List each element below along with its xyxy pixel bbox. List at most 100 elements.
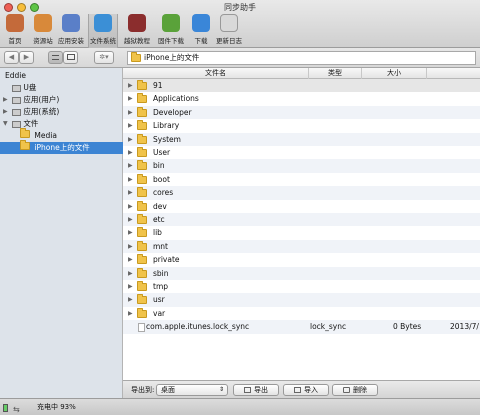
toolbar-changelog-button[interactable]: 更新日志 bbox=[214, 14, 244, 48]
sidebar-item-iphone-files[interactable]: iPhone上的文件 bbox=[0, 140, 123, 154]
path-field[interactable]: iPhone上的文件 bbox=[127, 51, 476, 65]
column-header-date[interactable] bbox=[426, 68, 480, 79]
import-button[interactable]: 导入 bbox=[283, 384, 329, 396]
toolbar-home-button[interactable]: 首页 bbox=[0, 14, 30, 48]
expand-triangle-icon[interactable]: ▶ bbox=[128, 92, 133, 105]
column-header-name[interactable]: 文件名 bbox=[123, 68, 308, 79]
folder-icon bbox=[137, 187, 147, 198]
forward-button[interactable]: ▶ bbox=[19, 51, 34, 64]
list-item[interactable]: com.apple.itunes.lock_sync lock_sync 0 B… bbox=[123, 320, 480, 334]
disclosure-triangle-icon[interactable]: ▶ bbox=[3, 106, 8, 118]
expand-triangle-icon[interactable]: ▶ bbox=[128, 293, 133, 306]
folder-icon bbox=[137, 147, 147, 157]
disclosure-triangle-icon[interactable]: ▶ bbox=[3, 94, 8, 106]
list-item[interactable]: ▶ usr bbox=[123, 293, 480, 307]
list-item[interactable]: ▶ 91 bbox=[123, 79, 480, 93]
expand-triangle-icon[interactable]: ▶ bbox=[128, 267, 133, 280]
sidebar-item-media[interactable]: Media bbox=[0, 128, 123, 142]
list-item[interactable]: ▶ dev bbox=[123, 200, 480, 213]
toolbar-jailbreak-tutorial-button[interactable]: 越狱教程 bbox=[122, 14, 152, 48]
expand-triangle-icon[interactable]: ▶ bbox=[128, 119, 133, 132]
export-icon bbox=[244, 387, 251, 393]
status-bar: ⇆ 充电中 93% bbox=[0, 398, 480, 415]
list-item[interactable]: ▶ var bbox=[123, 307, 480, 320]
list-item[interactable]: ▶ cores bbox=[123, 186, 480, 200]
expand-triangle-icon[interactable]: ▶ bbox=[128, 159, 133, 172]
column-view-icon bbox=[66, 54, 75, 60]
trash-icon bbox=[343, 387, 350, 393]
list-item[interactable]: ▶ Applications bbox=[123, 92, 480, 105]
apps-icon bbox=[62, 14, 80, 32]
column-view-button[interactable] bbox=[63, 51, 78, 64]
files-icon bbox=[12, 120, 21, 128]
expand-triangle-icon[interactable]: ▶ bbox=[128, 173, 133, 186]
folder-icon bbox=[20, 128, 30, 138]
sidebar-item-udisk[interactable]: U盘 bbox=[0, 82, 123, 94]
folder-icon bbox=[137, 133, 147, 144]
expand-triangle-icon[interactable]: ▶ bbox=[128, 79, 133, 92]
folder-icon bbox=[137, 254, 147, 265]
expand-triangle-icon[interactable]: ▶ bbox=[128, 280, 133, 293]
file-icon bbox=[138, 323, 145, 333]
disclosure-triangle-open-icon[interactable]: ▼ bbox=[3, 118, 8, 130]
toolbar-app-install-button[interactable]: 应用安装 bbox=[56, 14, 86, 48]
select-arrows-icon: ⇕ bbox=[218, 386, 224, 393]
folder-icon bbox=[137, 267, 147, 278]
folder-icon bbox=[137, 307, 147, 318]
list-item[interactable]: ▶ tmp bbox=[123, 280, 480, 293]
folder-icon bbox=[137, 294, 147, 305]
forward-arrow-icon: ▶ bbox=[23, 53, 30, 61]
column-header-type[interactable]: 类型 bbox=[308, 68, 361, 79]
folder-icon bbox=[137, 173, 147, 184]
toolbar-download-button[interactable]: 下载 bbox=[186, 14, 216, 48]
folder-icon bbox=[137, 200, 147, 211]
column-header-size[interactable]: 大小 bbox=[361, 68, 426, 79]
back-button[interactable]: ◀ bbox=[4, 51, 19, 64]
list-item[interactable]: ▶ boot bbox=[123, 173, 480, 186]
list-item[interactable]: ▶ Library bbox=[123, 119, 480, 132]
delete-button[interactable]: 删除 bbox=[332, 384, 378, 396]
expand-triangle-icon[interactable]: ▶ bbox=[128, 213, 133, 226]
sidebar-item-system-apps[interactable]: ▶ 应用(系统) bbox=[0, 106, 123, 118]
list-item[interactable]: ▶ Developer bbox=[123, 105, 480, 120]
shop-icon bbox=[34, 14, 52, 32]
expand-triangle-icon[interactable]: ▶ bbox=[128, 106, 133, 119]
file-list: 文件名 类型 大小 ▶ 91 ▶ Applications ▶ Developer ▶… bbox=[123, 68, 480, 380]
sidebar-item-files[interactable]: ▼ 文件 bbox=[0, 118, 123, 130]
expand-triangle-icon[interactable]: ▶ bbox=[128, 200, 133, 213]
expand-triangle-icon[interactable]: ▶ bbox=[128, 240, 133, 253]
list-item[interactable]: ▶ System bbox=[123, 132, 480, 146]
expand-triangle-icon[interactable]: ▶ bbox=[128, 307, 133, 320]
usb-connection-icon: ⇆ bbox=[13, 405, 20, 414]
app-icon bbox=[12, 108, 21, 116]
toolbar-firmware-button[interactable]: 固件下载 bbox=[156, 14, 186, 48]
expand-triangle-icon[interactable]: ▶ bbox=[128, 253, 133, 266]
folder-icon bbox=[137, 227, 147, 238]
expand-triangle-icon[interactable]: ▶ bbox=[128, 186, 133, 199]
expand-triangle-icon[interactable]: ▶ bbox=[128, 226, 133, 239]
sidebar-device-name: Eddie bbox=[5, 71, 26, 80]
export-target-select[interactable]: 桌面 ⇕ bbox=[156, 384, 228, 396]
list-item[interactable]: ▶ lib bbox=[123, 226, 480, 239]
list-item[interactable]: ▶ private bbox=[123, 253, 480, 266]
list-item[interactable]: ▶ mnt bbox=[123, 239, 480, 254]
title-toolbar: 同步助手 首页 资源站 应用安装 文件系统 越狱教程 固件下载 下载 更新日志 bbox=[0, 0, 480, 48]
expand-triangle-icon[interactable]: ▶ bbox=[128, 146, 133, 159]
toolbar-resource-button[interactable]: 资源站 bbox=[28, 14, 58, 48]
action-menu-button[interactable]: ✲▾ bbox=[94, 51, 114, 64]
bottom-action-bar: 导出到: 桌面 ⇕ 导出 导入 删除 bbox=[123, 380, 480, 398]
sidebar-item-user-apps[interactable]: ▶ 应用(用户) bbox=[0, 94, 123, 106]
path-text: iPhone上的文件 bbox=[144, 53, 200, 62]
list-item[interactable]: ▶ User bbox=[123, 146, 480, 159]
export-button[interactable]: 导出 bbox=[233, 384, 279, 396]
expand-triangle-icon[interactable]: ▶ bbox=[128, 133, 133, 146]
folder-icon bbox=[137, 160, 147, 171]
folder-icon bbox=[20, 140, 30, 150]
list-item[interactable]: ▶ etc bbox=[123, 213, 480, 227]
list-view-button[interactable] bbox=[48, 51, 63, 64]
column-header: 文件名 类型 大小 bbox=[123, 68, 480, 79]
list-item[interactable]: ▶ sbin bbox=[123, 266, 480, 280]
list-item[interactable]: ▶ bin bbox=[123, 159, 480, 173]
app-icon bbox=[12, 96, 21, 104]
toolbar-filesystem-button[interactable]: 文件系统 bbox=[88, 14, 118, 48]
